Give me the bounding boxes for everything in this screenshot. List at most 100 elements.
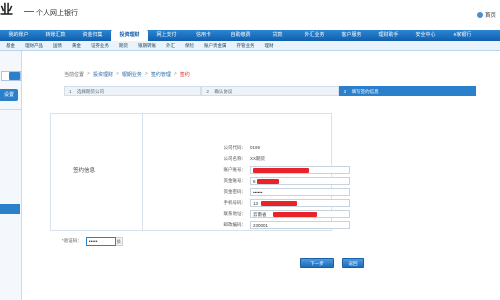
step-2: 2 确认协议 — [201, 86, 339, 96]
nav-item[interactable]: 客户服务 — [333, 30, 370, 41]
phone-row: 手机号码： 13 — [222, 198, 350, 207]
company-name-value: XX期货 — [250, 155, 266, 161]
breadcrumb-link[interactable]: 投资理财 — [93, 71, 113, 78]
company-code-row: 公司代码： 0199 — [222, 143, 261, 152]
step-label: 选择期货公司 — [77, 89, 104, 94]
subnav-item[interactable]: 国债 — [53, 41, 72, 50]
nav-item[interactable]: 我的账户 — [0, 30, 37, 41]
nav-item[interactable]: 转账汇款 — [37, 30, 74, 41]
main-content: 当前位置 > 投资理财 > 银期业务 > 签约管理 > 签约 1 选择期货公司 … — [22, 51, 500, 300]
fund-password-field[interactable]: •••••• — [250, 187, 350, 196]
fund-account-prefix: 8 — [253, 178, 256, 184]
fund-account-field[interactable]: 8 — [250, 176, 350, 185]
bank-logo: 业 — [0, 2, 14, 17]
home-icon — [476, 12, 483, 18]
sub-nav: 基金 理财产品 国债 黄金 证券业务 期货 银期转账 外汇 保险 账户贵金属 存… — [0, 41, 500, 51]
subnav-item[interactable]: 账户贵金属 — [204, 41, 237, 50]
breadcrumb-sep: > — [173, 71, 177, 77]
field-label: 公司代码： — [223, 144, 247, 150]
verify-code-input[interactable]: ••••• — [85, 236, 116, 246]
redaction-mark — [257, 178, 279, 184]
fund-password-row: 资金密码： •••••• — [222, 187, 350, 196]
field-label: 资金密码： — [223, 188, 247, 194]
company-name-row: 公司名称： XX期货 — [222, 154, 266, 163]
sidebar-item[interactable] — [0, 273, 20, 283]
address-row: 联系地址： 云南省 — [222, 209, 350, 218]
breadcrumb-sep: > — [144, 71, 148, 77]
nav-item[interactable]: 理财助手 — [370, 30, 407, 41]
address-field[interactable]: 云南省 — [250, 209, 350, 218]
main-nav: 我的账户 转账汇款 资金归集 投资理财 网上支付 信用卡 自助缴费 贷款 外汇业… — [0, 30, 500, 42]
sidebar-settings-button[interactable]: 设置 — [0, 89, 18, 101]
step-indicator: 1 选择期货公司 2 确认协议 3 填写签约信息 — [64, 86, 476, 96]
nav-item[interactable]: 安全中心 — [407, 30, 444, 41]
form-section-label: 签约信息 — [51, 114, 143, 230]
subnav-item[interactable]: 银期转账 — [138, 41, 166, 50]
nav-item[interactable]: 网上支付 — [148, 30, 185, 41]
nav-item[interactable]: 外汇业务 — [296, 30, 333, 41]
breadcrumb-link[interactable]: 签约管理 — [151, 71, 171, 78]
field-label: 手机号码： — [223, 199, 247, 205]
breadcrumb-sep: > — [87, 71, 90, 77]
step-label: 确认协议 — [214, 89, 233, 94]
subnav-item[interactable]: 期货 — [119, 41, 138, 50]
sidebar-divider — [0, 109, 22, 110]
redaction-mark — [261, 200, 297, 206]
next-button[interactable]: 下一步 — [300, 258, 334, 268]
fund-account-row: 资金账号： 8 — [222, 176, 350, 185]
subnav-item[interactable]: 保险 — [185, 41, 204, 50]
verify-code-row: *验证码： ••••• 换 — [62, 236, 123, 246]
breadcrumb-sep: > — [115, 71, 119, 77]
subnav-item[interactable]: 证券业务 — [91, 41, 119, 50]
header: 业 个人网上银行 首页 — [0, 0, 500, 30]
home-link[interactable]: 首页 — [476, 11, 496, 19]
form-section-title: 签约信息 — [73, 168, 96, 174]
nav-item[interactable]: 资金归集 — [74, 30, 111, 41]
subnav-item[interactable]: 理财产品 — [25, 41, 53, 50]
nav-item[interactable]: e家银行 — [444, 30, 481, 41]
home-label: 首页 — [484, 13, 496, 19]
logo-separator — [24, 11, 34, 12]
verify-code-label: *验证码： — [62, 238, 82, 243]
step-1: 1 选择期货公司 — [64, 86, 202, 96]
subnav-item[interactable]: 基金 — [6, 41, 25, 50]
field-label: 邮政编码： — [223, 221, 247, 227]
breadcrumb-current: 签约 — [179, 72, 190, 78]
sidebar-item[interactable] — [0, 231, 20, 241]
field-label: 公司名称： — [223, 155, 247, 161]
nav-item[interactable]: 贷款 — [259, 30, 296, 41]
field-label: 资金账号： — [223, 177, 247, 183]
company-code-value: 0199 — [250, 145, 261, 150]
subnav-item[interactable]: 外汇 — [166, 41, 185, 50]
postcode-row: 邮政编码： 230001 — [222, 220, 350, 229]
sidebar: 设置 — [0, 51, 22, 300]
sidebar-item-active[interactable] — [0, 204, 20, 214]
redaction-mark — [253, 167, 309, 173]
nav-item[interactable]: 自助缴费 — [222, 30, 259, 41]
page-title: 个人网上银行 — [36, 10, 78, 17]
subnav-item[interactable]: 存管业务 — [237, 41, 265, 50]
step-3-active: 3 填写签约信息 — [338, 86, 476, 96]
verify-refresh-button[interactable]: 换 — [115, 236, 123, 246]
back-button[interactable]: 返回 — [342, 258, 364, 268]
step-label: 填写签约信息 — [351, 89, 379, 94]
nav-item[interactable]: 信用卡 — [185, 30, 222, 41]
account-no-field[interactable] — [250, 165, 350, 174]
breadcrumb-link[interactable]: 银期业务 — [122, 71, 142, 78]
subnav-item[interactable]: 黄金 — [72, 41, 91, 50]
sidebar-item[interactable] — [0, 115, 20, 125]
step-number: 3 — [343, 89, 347, 94]
subnav-item[interactable]: 理财 — [265, 41, 284, 50]
phone-prefix: 13 — [253, 200, 259, 206]
sidebar-item[interactable] — [0, 141, 20, 151]
phone-field[interactable]: 13 — [250, 198, 350, 207]
postcode-field[interactable]: 230001 — [250, 220, 350, 229]
redaction-mark — [273, 211, 317, 217]
sidebar-search-button[interactable] — [9, 72, 20, 80]
field-label: 联系地址： — [223, 210, 247, 216]
field-label: 账户账号： — [223, 166, 247, 172]
step-number: 2 — [206, 89, 209, 94]
step-number: 1 — [69, 89, 72, 94]
breadcrumb-label: 当前位置 — [64, 72, 85, 78]
address-prefix: 云南省 — [253, 211, 267, 217]
